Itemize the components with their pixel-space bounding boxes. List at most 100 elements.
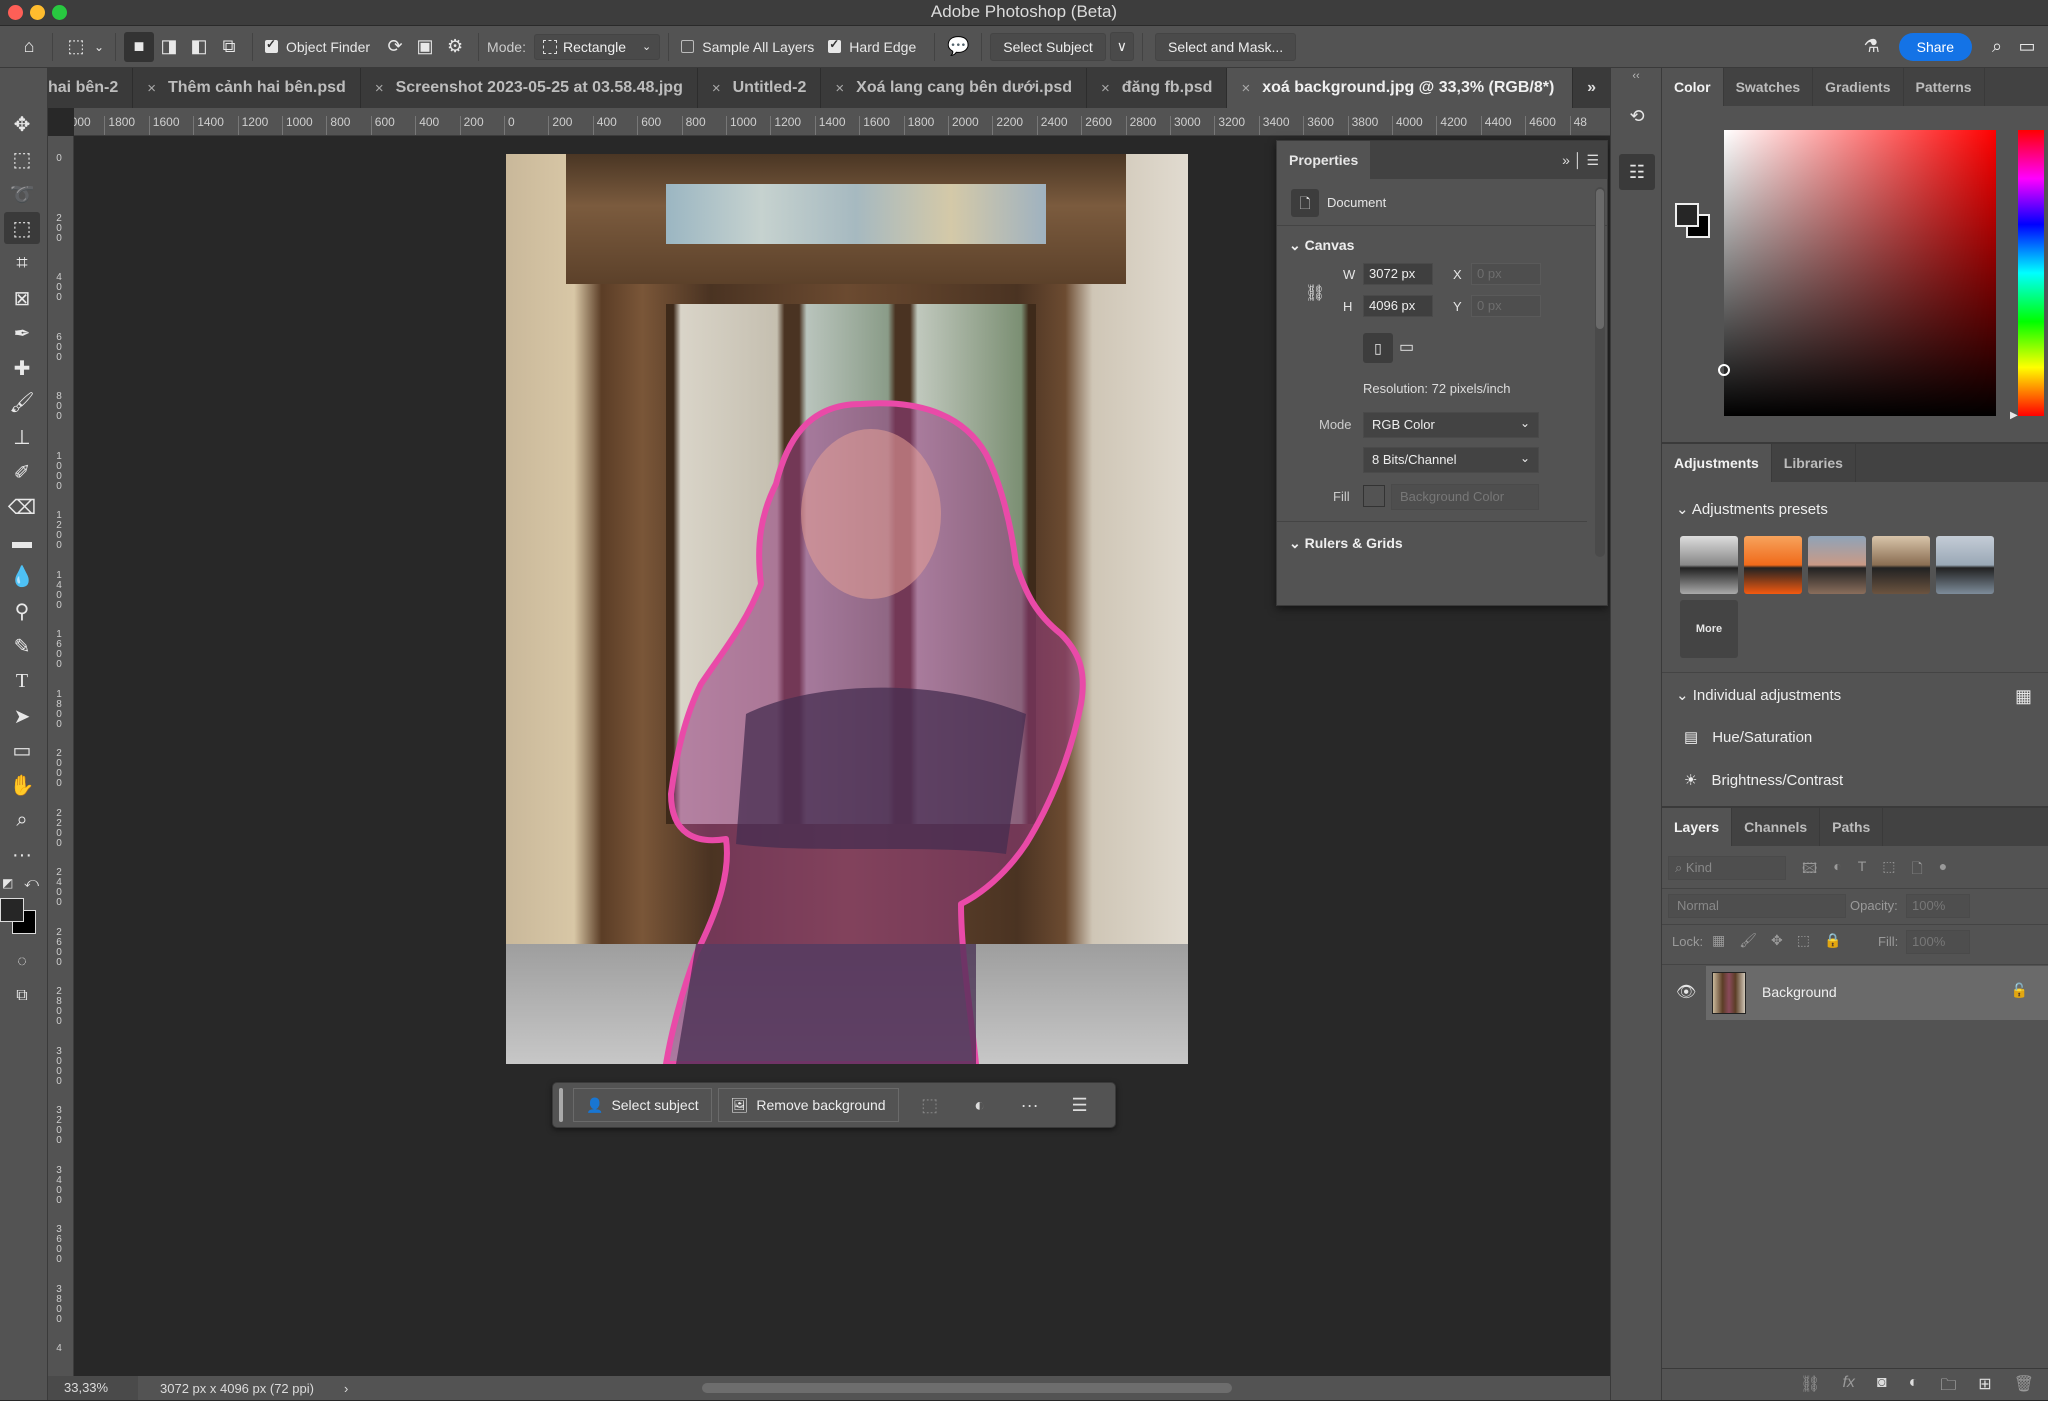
tab-swatches[interactable]: Swatches <box>1724 68 1814 106</box>
tab-channels[interactable]: Channels <box>1732 808 1821 846</box>
adjustment-hue-saturation[interactable]: ▤ Hue/Saturation <box>1684 728 1812 747</box>
clone-stamp-tool-icon[interactable]: ⊥ <box>4 421 40 453</box>
brush-tool-icon[interactable]: 🖌 <box>4 386 40 418</box>
layer-filter-select[interactable]: ⌕ Kind <box>1668 856 1786 880</box>
tab-properties[interactable]: Properties <box>1277 141 1371 179</box>
link-proportions-icon[interactable]: ⛓ <box>1305 283 1325 303</box>
hue-slider-handle[interactable]: ▶ <box>2010 410 2018 421</box>
home-icon[interactable]: ⌂ <box>14 32 44 62</box>
add-to-selection-icon[interactable]: ◨ <box>154 32 184 62</box>
landscape-orientation-icon[interactable]: ▭ <box>1399 337 1414 357</box>
close-icon[interactable]: × <box>712 80 721 97</box>
color-mode-select[interactable]: RGB Color ⌄ <box>1363 412 1539 438</box>
preset-thumbnail[interactable] <box>1872 536 1930 594</box>
preset-thumbnail[interactable] <box>1680 536 1738 594</box>
close-window-button[interactable] <box>8 5 23 20</box>
tab-libraries[interactable]: Libraries <box>1772 444 1856 482</box>
refresh-icon[interactable]: ⟳ <box>380 32 410 62</box>
tab-patterns[interactable]: Patterns <box>1904 68 1985 106</box>
select-and-mask-button[interactable]: Select and Mask... <box>1154 32 1297 61</box>
rectangle-tool-icon[interactable]: ▭ <box>4 734 40 766</box>
subtract-from-selection-icon[interactable]: ◧ <box>184 32 214 62</box>
search-icon[interactable]: ⌕ <box>1982 32 2012 62</box>
bit-depth-select[interactable]: 8 Bits/Channel ⌄ <box>1363 447 1539 473</box>
selection-feedback-icon[interactable]: 💬 <box>943 32 973 62</box>
tab-document[interactable]: hai bên-2 <box>48 68 134 108</box>
lock-artboard-icon[interactable]: ⬚ <box>1797 932 1810 949</box>
tab-gradients[interactable]: Gradients <box>1813 68 1904 106</box>
fill-color-swatch[interactable] <box>1363 485 1385 507</box>
swap-colors-icon[interactable]: ⤺ <box>24 874 39 891</box>
crop-tool-icon[interactable]: ⌗ <box>4 247 40 279</box>
color-picker-handle[interactable] <box>1718 364 1730 376</box>
y-field[interactable]: 0 px <box>1471 295 1541 317</box>
delete-layer-icon[interactable]: 🗑 <box>2014 1374 2034 1401</box>
add-mask-icon[interactable]: ◙ <box>1877 1374 1887 1401</box>
close-icon[interactable]: × <box>375 80 384 97</box>
tab-layers[interactable]: Layers <box>1662 808 1733 846</box>
tab-adjustments[interactable]: Adjustments <box>1662 444 1772 482</box>
object-finder-checkbox[interactable]: Object Finder <box>265 37 370 55</box>
pixel-layer-filter-icon[interactable]: 🖾 <box>1802 858 1817 882</box>
x-field[interactable]: 0 px <box>1471 263 1541 285</box>
tab-document[interactable]: × Thêm cảnh hai bên.psd <box>133 68 361 108</box>
rectangular-marquee-tool-icon[interactable]: ⬚ <box>4 143 40 175</box>
preset-thumbnail[interactable] <box>1744 536 1802 594</box>
tab-document[interactable]: × Screenshot 2023-05-25 at 03.58.48.jpg <box>361 68 698 108</box>
select-subject-dropdown[interactable]: ∨ <box>1109 32 1134 61</box>
more-tabs-icon[interactable]: » <box>1573 68 1610 108</box>
new-group-icon[interactable]: 🗀 <box>1940 1374 1956 1401</box>
minimize-window-button[interactable] <box>30 5 45 20</box>
settings-sliders-icon[interactable]: ☰ <box>1055 1095 1105 1116</box>
more-tools-icon[interactable]: ··· <box>4 839 40 871</box>
gear-icon[interactable]: ⚙ <box>440 32 470 62</box>
new-selection-icon[interactable]: ■ <box>124 31 154 62</box>
lock-image-icon[interactable]: 🖌 <box>1739 932 1757 949</box>
preset-thumbnail[interactable] <box>1936 536 1994 594</box>
new-layer-icon[interactable]: ⊞ <box>1978 1374 1991 1401</box>
type-tool-icon[interactable]: T <box>4 665 40 697</box>
hue-slider[interactable] <box>2018 130 2044 416</box>
history-brush-tool-icon[interactable]: ✐ <box>4 456 40 488</box>
canvas-section-header[interactable]: ⌄ Canvas <box>1289 237 1354 254</box>
grid-view-icon[interactable]: ▦ <box>2015 686 2032 707</box>
tab-document[interactable]: × đăng fb.psd <box>1087 68 1228 108</box>
more-options-icon[interactable]: ··· <box>1005 1095 1055 1116</box>
maximize-window-button[interactable] <box>52 5 67 20</box>
preset-thumbnail[interactable] <box>1808 536 1866 594</box>
expand-panels-icon[interactable]: ‹‹ <box>1611 70 1661 82</box>
show-all-objects-icon[interactable]: ▣ <box>410 32 440 62</box>
eye-visibility-icon[interactable]: 👁 <box>1676 982 1696 1002</box>
default-colors-icon[interactable]: ◩ <box>2 876 13 890</box>
remove-background-button[interactable]: 🖼 Remove background <box>717 1088 899 1122</box>
drag-handle[interactable] <box>559 1088 563 1122</box>
hand-tool-icon[interactable]: ✋ <box>4 769 40 801</box>
healing-brush-tool-icon[interactable]: ✚ <box>4 352 40 384</box>
transform-icon[interactable]: ⬚ <box>905 1095 955 1116</box>
layer-name[interactable]: Background <box>1762 984 1837 1000</box>
lock-icon[interactable]: 🔓 <box>2011 982 2028 999</box>
adjustment-brightness-contrast[interactable]: ☀ Brightness/Contrast <box>1684 771 1843 790</box>
saturation-brightness-picker[interactable] <box>1718 130 1996 416</box>
height-field[interactable]: 4096 px <box>1363 295 1433 317</box>
more-presets-button[interactable]: More <box>1680 600 1738 658</box>
adjustments-panel-icon[interactable]: ☷ <box>1619 154 1655 190</box>
hard-edge-checkbox[interactable]: Hard Edge <box>828 37 916 55</box>
lock-position-icon[interactable]: ✥ <box>1771 932 1783 949</box>
foreground-color-swatch[interactable] <box>0 898 24 922</box>
link-layers-icon[interactable]: ⛓ <box>1800 1374 1820 1401</box>
object-selection-tool-preset-icon[interactable]: ⬚ <box>61 32 91 62</box>
gradient-tool-icon[interactable]: ▬ <box>4 526 40 558</box>
tab-color[interactable]: Color <box>1662 68 1724 106</box>
chevron-down-icon[interactable]: ⌄ <box>91 32 107 62</box>
opacity-field[interactable]: 100% <box>1906 894 1970 918</box>
tab-document-active[interactable]: × xoá background.jpg @ 33,3% (RGB/8*) <box>1227 68 1574 108</box>
dodge-tool-icon[interactable]: ⚲ <box>4 595 40 627</box>
history-panel-icon[interactable]: ⟲ <box>1621 100 1653 132</box>
properties-scrollbar[interactable] <box>1595 187 1605 557</box>
move-tool-icon[interactable]: ✥ <box>4 108 40 140</box>
select-subject-button[interactable]: Select Subject <box>990 32 1106 61</box>
pen-tool-icon[interactable]: ✎ <box>4 630 40 662</box>
new-adjustment-layer-icon[interactable]: ◐ <box>1909 1374 1919 1401</box>
blend-mode-select[interactable]: Normal <box>1668 894 1846 918</box>
